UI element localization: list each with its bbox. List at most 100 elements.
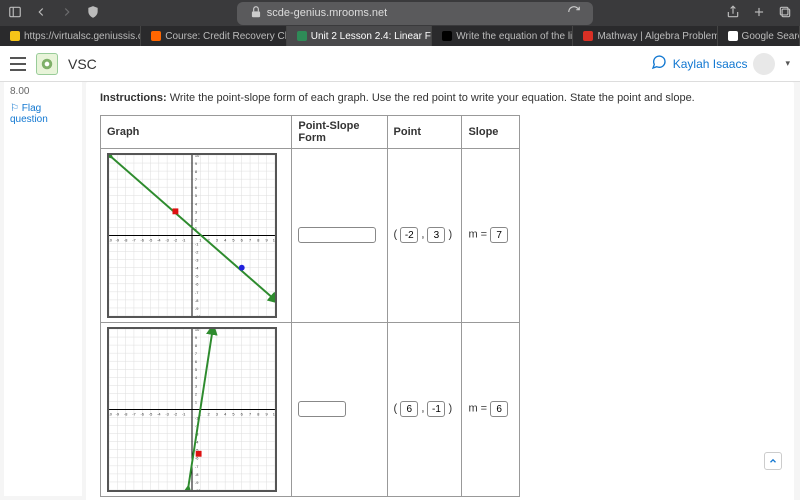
tab-label: https://virtualsc.geniussis.com/... xyxy=(24,31,141,42)
tab-favicon-icon xyxy=(583,31,593,41)
slope-input[interactable] xyxy=(490,227,508,243)
flag-question-link[interactable]: ⚐ Flag question xyxy=(10,103,76,125)
app-logo xyxy=(36,53,58,75)
question-score: 8.00 xyxy=(10,86,76,97)
svg-text:4: 4 xyxy=(224,411,227,416)
svg-text:4: 4 xyxy=(224,237,227,242)
tabs-overview-icon[interactable] xyxy=(778,5,792,22)
svg-text:-7: -7 xyxy=(195,289,198,294)
svg-text:-1: -1 xyxy=(195,241,198,246)
tab-favicon-icon xyxy=(728,31,738,41)
app-header: VSC Kaylah Isaacs ▾ xyxy=(0,46,800,82)
svg-text:7: 7 xyxy=(249,411,251,416)
avatar[interactable] xyxy=(753,53,775,75)
slope-input[interactable] xyxy=(490,401,508,417)
svg-text:-10: -10 xyxy=(195,313,201,315)
forward-icon[interactable] xyxy=(60,5,74,22)
new-tab-icon[interactable] xyxy=(752,5,766,22)
app-title: VSC xyxy=(68,56,97,72)
svg-text:-8: -8 xyxy=(195,471,198,476)
sidebar-toggle-icon[interactable] xyxy=(8,5,22,22)
svg-text:10: 10 xyxy=(195,329,200,332)
svg-text:-8: -8 xyxy=(124,237,127,242)
question-card: Instructions: Write the point-slope form… xyxy=(86,82,794,500)
svg-text:-4: -4 xyxy=(157,411,161,416)
svg-text:-1: -1 xyxy=(182,237,185,242)
browser-tab[interactable]: Write the equation of the line p... xyxy=(432,26,573,46)
hamburger-icon[interactable] xyxy=(10,57,26,71)
col-header-point: Point xyxy=(387,115,462,148)
svg-text:6: 6 xyxy=(195,359,197,364)
address-bar[interactable]: scde-genius.mrooms.net xyxy=(237,2,593,25)
browser-tab[interactable]: https://virtualsc.geniussis.com/... xyxy=(0,26,141,46)
svg-text:7: 7 xyxy=(195,351,197,356)
svg-text:8: 8 xyxy=(195,169,197,174)
svg-text:5: 5 xyxy=(195,367,197,372)
back-icon[interactable] xyxy=(34,5,48,22)
table-row: -10-10-9-9-8-8-7-7-6-6-5-5-4-4-3-3-2-2-1… xyxy=(101,148,520,322)
svg-text:-10: -10 xyxy=(109,237,113,242)
svg-text:-3: -3 xyxy=(195,257,198,262)
svg-text:-9: -9 xyxy=(195,479,198,484)
browser-tab[interactable]: Unit 2 Lesson 2.4: Linear Functi... xyxy=(287,26,433,46)
point-y-input[interactable] xyxy=(427,401,445,417)
scroll-to-top-button[interactable] xyxy=(764,452,782,470)
svg-text:7: 7 xyxy=(195,177,197,182)
svg-text:9: 9 xyxy=(266,411,268,416)
point-x-input[interactable] xyxy=(400,227,418,243)
svg-text:4: 4 xyxy=(195,375,198,380)
svg-text:-7: -7 xyxy=(132,237,135,242)
point-x-input[interactable] xyxy=(400,401,418,417)
svg-text:10: 10 xyxy=(195,155,200,158)
slope-cell: m = xyxy=(462,322,520,496)
svg-text:3: 3 xyxy=(195,209,197,214)
svg-text:10: 10 xyxy=(273,411,275,416)
share-icon[interactable] xyxy=(726,5,740,22)
point-y-input[interactable] xyxy=(427,227,445,243)
svg-text:2: 2 xyxy=(195,391,197,396)
svg-text:9: 9 xyxy=(195,335,197,340)
graph-plot: -10-10-9-9-8-8-7-7-6-6-5-5-4-4-3-3-2-2-1… xyxy=(107,327,277,492)
browser-tab[interactable]: Mathway | Algebra Problem Sol... xyxy=(573,26,717,46)
svg-text:2: 2 xyxy=(208,411,210,416)
user-menu-caret-icon[interactable]: ▾ xyxy=(785,58,790,69)
svg-text:3: 3 xyxy=(216,237,218,242)
svg-text:-2: -2 xyxy=(174,411,177,416)
svg-text:1: 1 xyxy=(195,399,197,404)
svg-text:-10: -10 xyxy=(195,487,201,489)
svg-text:-9: -9 xyxy=(195,305,198,310)
reload-icon[interactable] xyxy=(567,5,581,22)
col-header-slope: Slope xyxy=(462,115,520,148)
browser-tab[interactable]: Google Search xyxy=(718,26,800,46)
point-cell: ( , ) xyxy=(387,322,462,496)
instructions-text: Instructions: Write the point-slope form… xyxy=(100,90,780,107)
browser-tab[interactable]: Course: Credit Recovery Chemi... xyxy=(141,26,287,46)
lock-icon xyxy=(249,5,263,22)
tab-favicon-icon xyxy=(151,31,161,41)
svg-text:8: 8 xyxy=(195,343,197,348)
shield-icon[interactable] xyxy=(86,5,100,22)
tab-favicon-icon xyxy=(297,31,307,41)
point-slope-form-input[interactable] xyxy=(298,227,376,243)
url-host: scde-genius.mrooms.net xyxy=(267,7,387,19)
col-header-psf: Point-Slope Form xyxy=(292,115,387,148)
user-name[interactable]: Kaylah Isaacs xyxy=(673,57,748,71)
svg-text:-4: -4 xyxy=(195,265,199,270)
svg-text:5: 5 xyxy=(195,193,197,198)
svg-text:8: 8 xyxy=(257,237,259,242)
slope-cell: m = xyxy=(462,148,520,322)
svg-text:6: 6 xyxy=(241,237,243,242)
question-table: Graph Point-Slope Form Point Slope -10-1… xyxy=(100,115,520,497)
svg-text:-2: -2 xyxy=(174,237,177,242)
svg-text:-1: -1 xyxy=(182,411,185,416)
svg-text:-5: -5 xyxy=(149,237,152,242)
question-nav-sidebar: 8.00 ⚐ Flag question xyxy=(4,82,82,496)
chat-icon[interactable] xyxy=(651,54,667,73)
tab-label: Google Search xyxy=(742,31,800,42)
svg-text:-5: -5 xyxy=(149,411,152,416)
tab-favicon-icon xyxy=(10,31,20,41)
tab-label: Mathway | Algebra Problem Sol... xyxy=(597,31,717,42)
browser-chrome-top: scde-genius.mrooms.net xyxy=(0,0,800,26)
svg-text:9: 9 xyxy=(195,161,197,166)
point-slope-form-input[interactable] xyxy=(298,401,346,417)
